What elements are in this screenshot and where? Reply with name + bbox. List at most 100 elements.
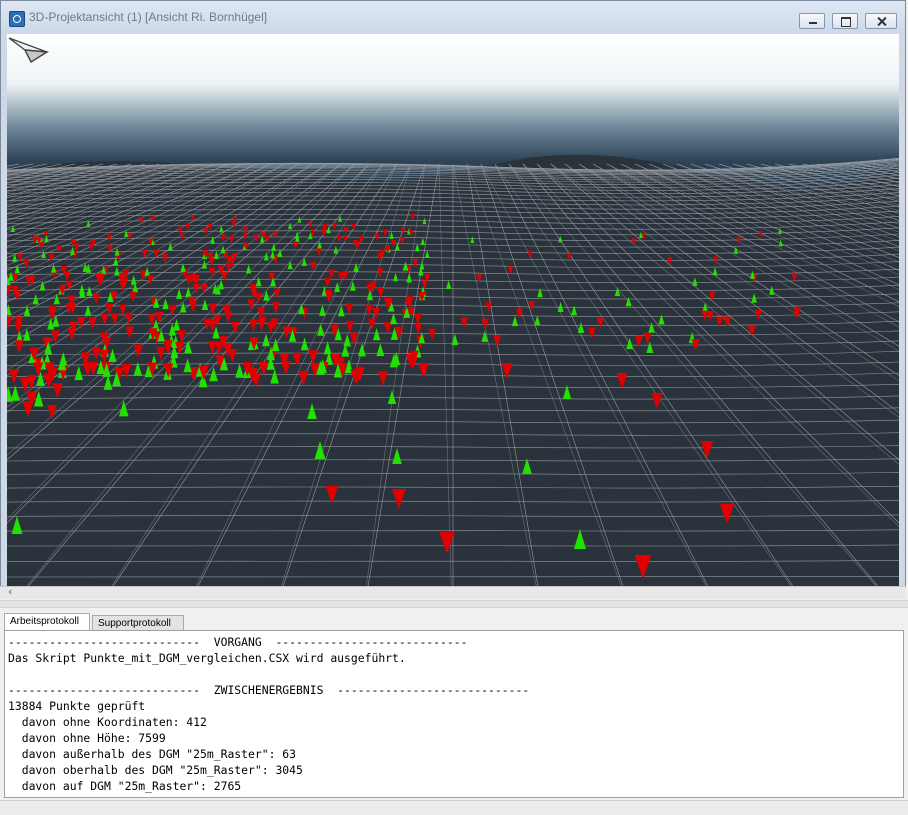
point-above-marker <box>247 299 255 311</box>
point-below-marker <box>557 301 564 312</box>
point-below-marker <box>577 321 585 333</box>
point-below-marker <box>271 338 280 352</box>
point-below-marker <box>353 262 359 272</box>
point-above-marker <box>588 327 596 339</box>
point-above-marker <box>8 369 19 384</box>
point-below-marker <box>114 266 120 276</box>
point-above-marker <box>421 280 428 290</box>
point-below-marker <box>338 215 343 222</box>
point-below-marker <box>52 315 60 327</box>
point-below-marker <box>41 249 47 259</box>
point-below-marker <box>114 247 120 256</box>
horizontal-scrollbar[interactable]: ‹ <box>0 585 906 599</box>
point-above-marker <box>192 283 200 294</box>
point-below-marker <box>23 328 31 341</box>
close-button[interactable] <box>865 13 897 29</box>
point-below-marker <box>326 226 331 234</box>
point-above-marker <box>190 215 195 222</box>
point-above-marker <box>376 268 384 278</box>
point-above-marker <box>754 309 762 320</box>
point-above-marker <box>418 292 426 303</box>
point-above-marker <box>634 335 643 347</box>
point-above-marker <box>418 363 429 379</box>
point-below-marker <box>537 287 543 298</box>
point-above-marker <box>177 226 183 234</box>
close-icon <box>866 14 896 28</box>
point-above-marker <box>200 283 208 294</box>
point-above-marker <box>129 291 137 303</box>
point-above-marker <box>47 405 57 419</box>
protocol-tabs: Arbeitsprotokoll Supportprotokoll <box>0 613 908 630</box>
point-below-marker <box>626 337 634 350</box>
point-above-marker <box>74 243 80 251</box>
point-below-marker <box>86 220 91 227</box>
point-below-marker <box>270 250 276 259</box>
point-below-marker <box>337 305 345 317</box>
paper-plane-navigation-icon[interactable] <box>7 34 49 64</box>
point-above-marker <box>207 223 213 231</box>
3d-viewport[interactable] <box>7 34 899 586</box>
point-above-marker <box>310 262 317 272</box>
point-above-marker <box>141 249 148 258</box>
point-above-marker <box>253 234 259 242</box>
minimize-button[interactable] <box>799 13 825 29</box>
point-above-marker <box>52 383 63 399</box>
log-output[interactable]: ---------------------------- VORGANG ---… <box>4 630 904 798</box>
point-below-marker <box>270 368 279 384</box>
point-above-marker <box>390 239 397 248</box>
point-below-marker <box>751 293 757 303</box>
point-above-marker <box>220 234 226 242</box>
point-below-marker <box>301 257 307 266</box>
tab-supportprotokoll[interactable]: Supportprotokoll <box>92 615 184 630</box>
point-above-marker <box>50 330 60 344</box>
point-below-marker <box>180 262 186 272</box>
point-above-marker <box>56 245 63 254</box>
title-bar[interactable]: 3D-Projektansicht (1) [Ansicht Ri. Bornh… <box>1 1 905 33</box>
point-above-marker <box>376 252 383 262</box>
maximize-button[interactable] <box>832 13 858 29</box>
point-above-marker <box>706 311 714 322</box>
scroll-left-icon[interactable]: ‹ <box>8 585 12 598</box>
point-above-marker <box>231 221 237 228</box>
point-below-marker <box>173 318 181 331</box>
point-below-marker <box>32 293 39 305</box>
point-above-marker <box>88 243 95 252</box>
point-above-marker <box>119 281 127 292</box>
point-below-marker <box>511 315 519 327</box>
point-above-marker <box>228 236 235 244</box>
point-above-marker <box>651 393 663 409</box>
point-above-marker <box>280 361 291 376</box>
point-below-marker <box>130 275 137 285</box>
point-above-marker <box>48 254 55 263</box>
point-above-marker <box>566 253 572 261</box>
point-below-marker <box>625 296 632 307</box>
point-above-marker <box>82 362 93 377</box>
point-above-marker <box>185 223 190 231</box>
point-above-marker <box>515 308 523 319</box>
point-below-marker <box>209 366 218 382</box>
pane-splitter[interactable] <box>0 600 908 608</box>
point-below-marker <box>47 317 55 330</box>
point-above-marker <box>736 236 742 244</box>
point-below-marker <box>245 264 252 274</box>
point-above-marker <box>507 266 514 275</box>
maximize-icon <box>833 14 857 28</box>
point-below-marker <box>263 290 270 301</box>
point-above-marker <box>66 280 73 291</box>
point-below-marker <box>213 250 219 259</box>
point-below-marker <box>424 250 430 258</box>
tab-arbeitsprotokoll[interactable]: Arbeitsprotokoll <box>4 613 90 630</box>
point-below-marker <box>387 390 397 404</box>
point-above-marker <box>209 303 217 315</box>
point-above-marker <box>713 256 719 265</box>
point-above-marker <box>168 304 177 316</box>
point-above-marker <box>616 373 628 389</box>
log-horizontal-scrollbar[interactable] <box>0 800 908 815</box>
point-below-marker <box>53 293 60 305</box>
point-below-marker <box>124 229 129 238</box>
point-below-marker <box>481 330 489 342</box>
log-line: davon ohne Höhe: 7599 <box>8 731 166 745</box>
point-below-marker <box>366 289 373 301</box>
point-below-marker <box>183 358 192 373</box>
point-below-marker <box>769 285 775 295</box>
